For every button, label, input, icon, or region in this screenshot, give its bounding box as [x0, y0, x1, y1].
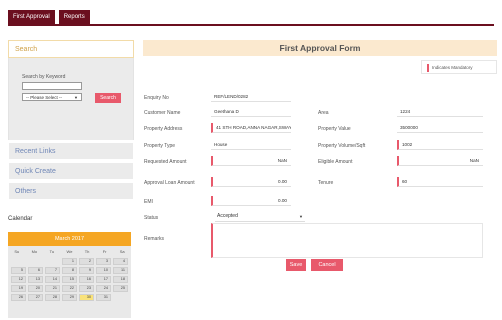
property-volume-label: Property Volume/Sqft	[318, 143, 366, 149]
mandatory-marker	[427, 64, 429, 72]
eligible-amount-field[interactable]: NaN	[397, 156, 483, 166]
property-type-label: Property Type	[144, 143, 176, 149]
calendar-day[interactable]: 3	[96, 258, 111, 265]
calendar-day[interactable]: 15	[62, 276, 77, 283]
enquiry-no-field[interactable]: REF/LEND/0282	[211, 92, 291, 102]
calendar-month[interactable]: March 2017	[8, 232, 131, 246]
calendar-day[interactable]: 31	[96, 294, 111, 301]
status-label: Status	[144, 215, 159, 221]
property-volume-field[interactable]: 1002	[397, 140, 483, 150]
approval-loan-amount-field[interactable]: 0.00	[211, 177, 291, 187]
status-value: Accepted	[217, 213, 238, 219]
calendar-weekday: Fr	[102, 249, 107, 254]
chevron-down-icon: ▼	[299, 214, 303, 219]
calendar-day[interactable]: 24	[96, 285, 111, 292]
calendar-day[interactable]: 30	[79, 294, 94, 301]
calendar-weekday: Sa	[119, 249, 125, 254]
tenure-field[interactable]: 60	[397, 177, 483, 187]
calendar-day[interactable]: 14	[45, 276, 60, 283]
save-button[interactable]: Save	[286, 259, 306, 271]
customer-name-field[interactable]: Geethana D	[211, 107, 291, 117]
requested-amount-label: Requested Amount	[144, 159, 187, 165]
customer-name-label: Customer Name	[144, 110, 181, 116]
calendar-empty-cell	[45, 258, 60, 265]
calendar-day[interactable]: 11	[113, 267, 128, 274]
calendar-weekday: Mo	[31, 249, 38, 254]
search-type-select[interactable]: -- Please Select -- ▼	[22, 93, 82, 101]
calendar-day[interactable]: 27	[28, 294, 43, 301]
calendar-day[interactable]: 9	[79, 267, 94, 274]
calendar-day[interactable]: 18	[113, 276, 128, 283]
calendar-empty-cell	[28, 258, 43, 265]
calendar-weekdays: Su Mo Tu We Th Fr Sa	[8, 246, 131, 258]
property-type-field[interactable]: House	[211, 140, 291, 150]
sidebar-item-quick-create[interactable]: Quick Create	[8, 162, 134, 180]
tab-reports[interactable]: Reports	[58, 10, 90, 24]
calendar-day[interactable]: 8	[62, 267, 77, 274]
calendar-days: 1 2 3 4 5 6 7 8 9 10 11 12 13 14 15 16 17 18 19 20 21 22 23 24 2…	[8, 258, 131, 301]
approval-loan-amount-label: Approval Loan Amount	[144, 180, 195, 186]
status-select[interactable]: Accepted ▼	[215, 213, 305, 222]
calendar-day[interactable]: 17	[96, 276, 111, 283]
search-type-value: -- Please Select --	[26, 95, 63, 100]
mandatory-legend-text: Indicates Mandatory	[432, 65, 473, 70]
search-panel-title[interactable]: Search	[8, 40, 134, 58]
property-value-field[interactable]: 3500000	[397, 123, 483, 133]
search-by-label: Search by Keyword	[22, 74, 66, 80]
area-field[interactable]: 1224	[397, 107, 483, 117]
enquiry-no-label: Enquiry No	[144, 95, 169, 101]
calendar-weekday: We	[66, 249, 73, 254]
mandatory-legend: Indicates Mandatory	[421, 60, 497, 74]
calendar-weekday: Tu	[49, 249, 55, 254]
calendar-day[interactable]: 12	[11, 276, 26, 283]
calendar-empty-cell	[113, 294, 128, 301]
calendar-day[interactable]: 29	[62, 294, 77, 301]
calendar-day[interactable]: 26	[11, 294, 26, 301]
calendar-day[interactable]: 5	[11, 267, 26, 274]
calendar-day[interactable]: 4	[113, 258, 128, 265]
cancel-button[interactable]: Cancel	[311, 259, 343, 271]
calendar-day[interactable]: 6	[28, 267, 43, 274]
calendar-label: Calendar	[8, 216, 33, 222]
emi-field[interactable]: 0.00	[211, 196, 291, 206]
calendar-day[interactable]: 25	[113, 285, 128, 292]
remarks-textarea[interactable]	[211, 223, 483, 258]
property-value-label: Property Value	[318, 126, 351, 132]
calendar-day[interactable]: 21	[45, 285, 60, 292]
chevron-down-icon: ▼	[74, 95, 78, 100]
top-tabs: First Approval Reports	[8, 10, 90, 24]
calendar-day[interactable]: 23	[79, 285, 94, 292]
search-panel: Search by Keyword -- Please Select -- ▼ …	[8, 58, 134, 140]
tab-first-approval[interactable]: First Approval	[8, 10, 55, 24]
calendar: March 2017 Su Mo Tu We Th Fr Sa 1 2 3 4 5 6 7 8 9 10 11 1…	[8, 232, 131, 318]
property-address-field[interactable]: 41 STH ROAD,ANNA NAGAR,SWAYA	[211, 123, 291, 133]
sidebar: Search Search by Keyword -- Please Selec…	[8, 40, 134, 222]
calendar-day[interactable]: 16	[79, 276, 94, 283]
calendar-day[interactable]: 19	[11, 285, 26, 292]
calendar-day[interactable]: 10	[96, 267, 111, 274]
area-label: Area	[318, 110, 329, 116]
sidebar-item-others[interactable]: Others	[8, 182, 134, 200]
calendar-weekday: Su	[14, 249, 20, 254]
requested-amount-field[interactable]: NaN	[211, 156, 291, 166]
search-input[interactable]	[22, 82, 82, 90]
calendar-empty-cell	[11, 258, 26, 265]
tab-underline	[8, 24, 494, 26]
calendar-day[interactable]: 13	[28, 276, 43, 283]
form-title: First Approval Form	[143, 40, 497, 56]
tenure-label: Tenure	[318, 180, 334, 186]
emi-label: EMI	[144, 199, 153, 205]
calendar-weekday: Th	[84, 249, 90, 254]
calendar-day[interactable]: 20	[28, 285, 43, 292]
search-button[interactable]: Search	[95, 93, 121, 103]
calendar-day[interactable]: 2	[79, 258, 94, 265]
property-address-label: Property Address	[144, 126, 183, 132]
remarks-label: Remarks	[144, 236, 165, 242]
sidebar-item-recent-links[interactable]: Recent Links	[8, 142, 134, 160]
calendar-day[interactable]: 1	[62, 258, 77, 265]
eligible-amount-label: Eligible Amount	[318, 159, 353, 165]
calendar-day[interactable]: 7	[45, 267, 60, 274]
calendar-day[interactable]: 22	[62, 285, 77, 292]
calendar-day[interactable]: 28	[45, 294, 60, 301]
